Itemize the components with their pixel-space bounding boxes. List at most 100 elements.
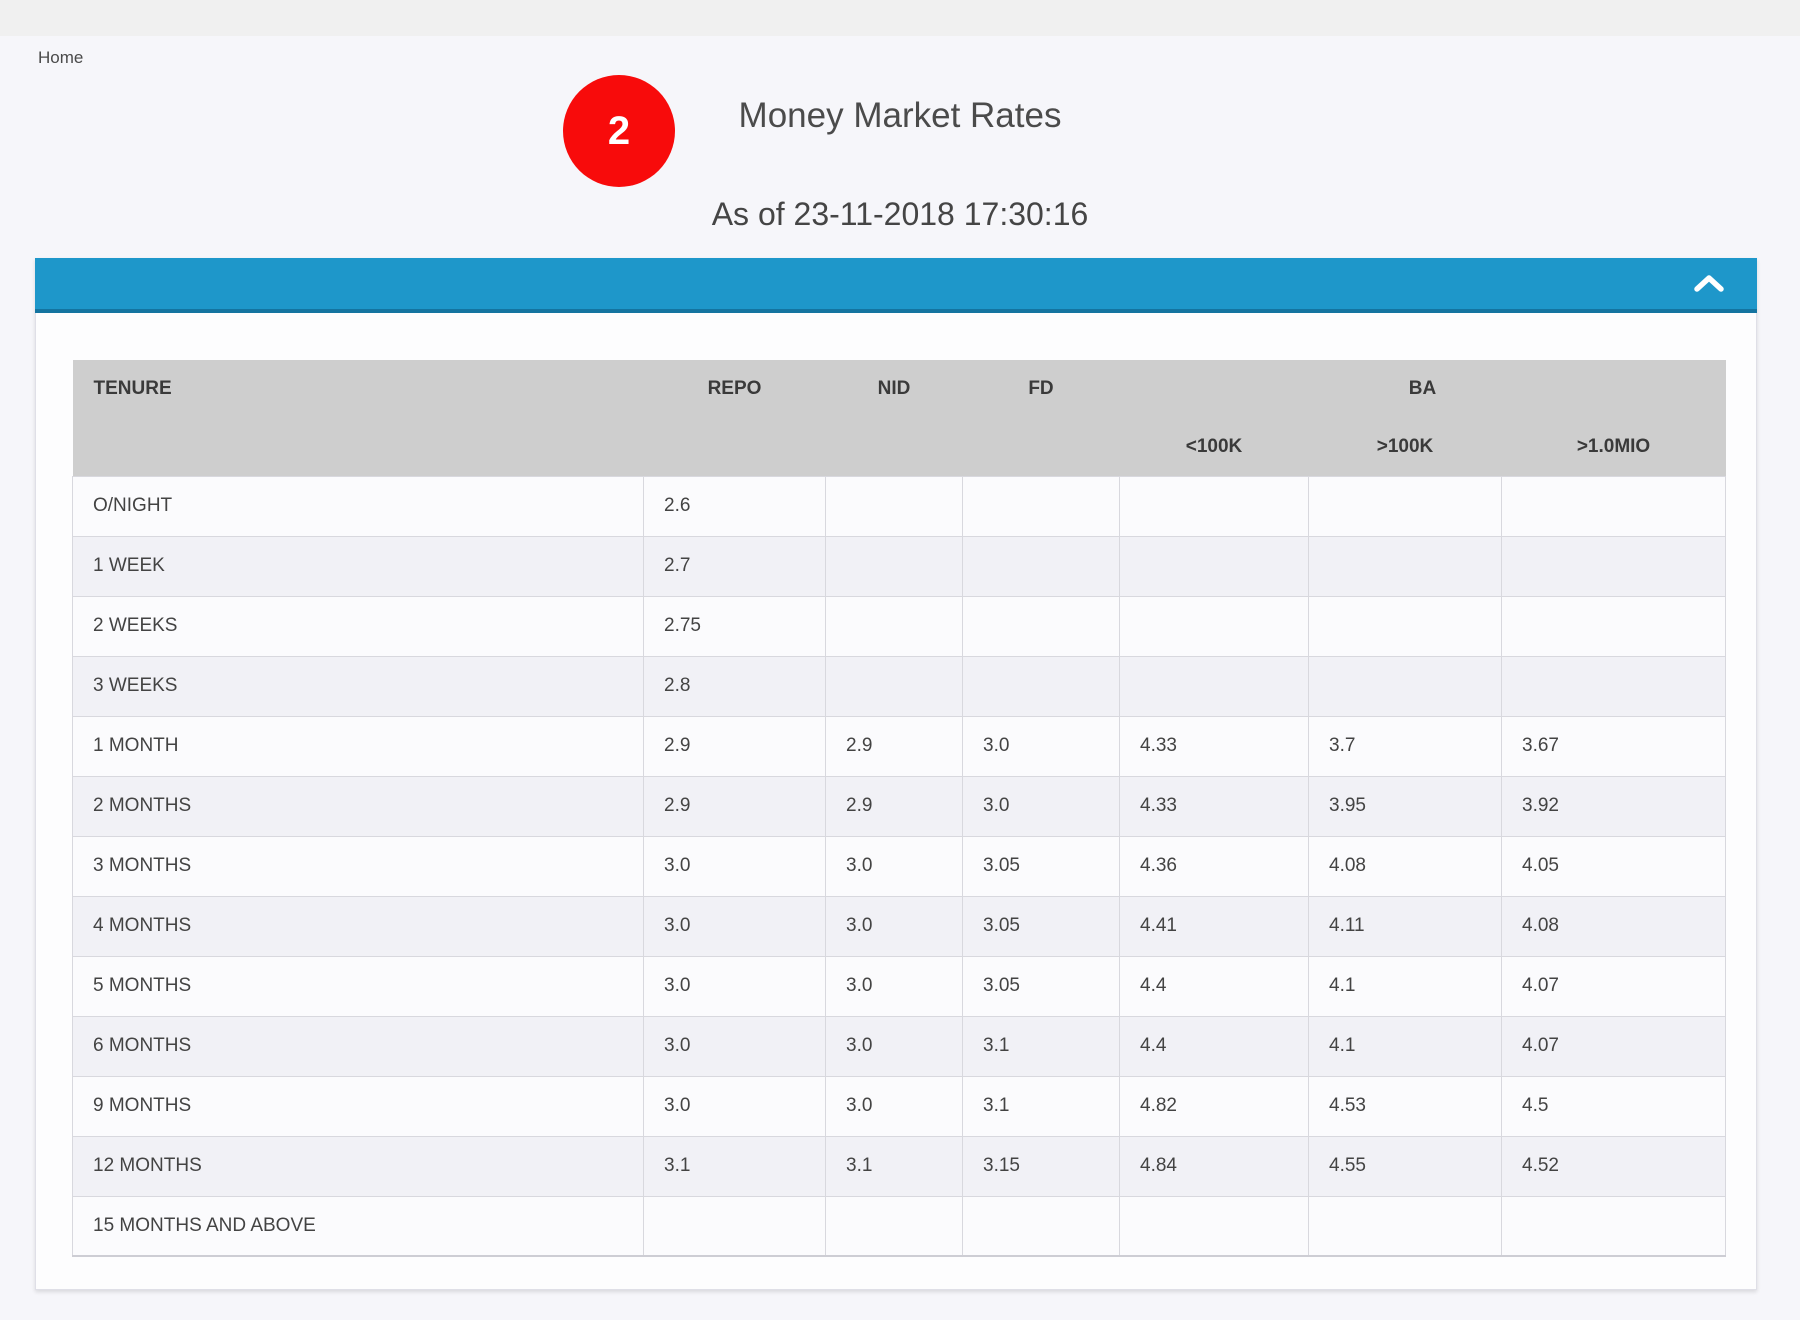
rate-cell: 4.53: [1309, 1076, 1502, 1136]
rate-cell: [1120, 1196, 1309, 1256]
tenure-cell: 3 MONTHS: [73, 836, 644, 896]
rate-cell: 4.84: [1120, 1136, 1309, 1196]
table-row: 3 WEEKS2.8: [73, 656, 1726, 716]
rate-cell: 3.92: [1502, 776, 1726, 836]
rate-cell: 3.0: [826, 1016, 963, 1076]
rate-cell: [1309, 656, 1502, 716]
rate-cell: [1309, 476, 1502, 536]
tenure-cell: 4 MONTHS: [73, 896, 644, 956]
table-body: O/NIGHT2.61 WEEK2.72 WEEKS2.753 WEEKS2.8…: [73, 476, 1726, 1256]
rate-cell: 4.05: [1502, 836, 1726, 896]
rate-cell: 3.0: [644, 896, 826, 956]
rate-cell: [1120, 656, 1309, 716]
top-bar: [0, 0, 1800, 36]
table-row: 4 MONTHS3.03.03.054.414.114.08: [73, 896, 1726, 956]
rate-cell: 4.4: [1120, 1016, 1309, 1076]
rate-cell: [963, 596, 1120, 656]
table-row: 15 MONTHS AND ABOVE: [73, 1196, 1726, 1256]
rate-cell: [963, 656, 1120, 716]
rates-table-header: TENURE REPO NID FD BA <100K >100K >1.0MI…: [73, 360, 1726, 476]
rate-cell: 3.0: [826, 836, 963, 896]
table-row: 12 MONTHS3.13.13.154.844.554.52: [73, 1136, 1726, 1196]
col-header-tenure: TENURE: [73, 360, 644, 418]
table-row: 6 MONTHS3.03.03.14.44.14.07: [73, 1016, 1726, 1076]
col-header-ba-group: BA: [1120, 360, 1726, 418]
rate-cell: 4.11: [1309, 896, 1502, 956]
rate-cell: [1309, 596, 1502, 656]
rate-cell: 3.67: [1502, 716, 1726, 776]
rate-cell: 3.7: [1309, 716, 1502, 776]
table-row: O/NIGHT2.6: [73, 476, 1726, 536]
rate-cell: 3.0: [644, 836, 826, 896]
table-row: 2 MONTHS2.92.93.04.333.953.92: [73, 776, 1726, 836]
tenure-cell: 2 MONTHS: [73, 776, 644, 836]
rate-cell: [1309, 536, 1502, 596]
rate-cell: 4.33: [1120, 716, 1309, 776]
money-market-rates-panel: TENURE REPO NID FD BA <100K >100K >1.0MI…: [35, 258, 1757, 1290]
tenure-cell: 6 MONTHS: [73, 1016, 644, 1076]
rate-cell: [826, 596, 963, 656]
rate-cell: 4.07: [1502, 956, 1726, 1016]
rate-cell: 2.8: [644, 656, 826, 716]
rate-cell: 3.1: [963, 1016, 1120, 1076]
rate-cell: [963, 1196, 1120, 1256]
rate-cell: [826, 1196, 963, 1256]
rate-cell: [1502, 656, 1726, 716]
rate-cell: 3.1: [963, 1076, 1120, 1136]
rate-cell: 3.05: [963, 836, 1120, 896]
rate-cell: [1120, 536, 1309, 596]
rate-cell: [826, 536, 963, 596]
tenure-cell: 5 MONTHS: [73, 956, 644, 1016]
table-row: 1 WEEK2.7: [73, 536, 1726, 596]
rate-cell: 4.5: [1502, 1076, 1726, 1136]
panel-header[interactable]: [35, 258, 1757, 313]
rate-cell: [1502, 536, 1726, 596]
col-subheader-empty: [644, 418, 826, 476]
header-row-subtiers: <100K >100K >1.0MIO: [73, 418, 1726, 476]
rate-cell: 3.0: [644, 1016, 826, 1076]
rate-cell: [1502, 476, 1726, 536]
col-subheader-ba-gt1mio: >1.0MIO: [1502, 418, 1726, 476]
col-subheader-empty: [73, 418, 644, 476]
rate-cell: [1120, 476, 1309, 536]
rate-cell: 3.1: [644, 1136, 826, 1196]
rate-cell: [826, 476, 963, 536]
tenure-cell: 12 MONTHS: [73, 1136, 644, 1196]
page-title: Money Market Rates: [0, 96, 1800, 136]
col-subheader-empty: [963, 418, 1120, 476]
rate-cell: 2.9: [644, 716, 826, 776]
rate-cell: 3.05: [963, 896, 1120, 956]
table-row: 3 MONTHS3.03.03.054.364.084.05: [73, 836, 1726, 896]
col-subheader-ba-lt100k: <100K: [1120, 418, 1309, 476]
rate-cell: 3.15: [963, 1136, 1120, 1196]
tenure-cell: 9 MONTHS: [73, 1076, 644, 1136]
table-row: 1 MONTH2.92.93.04.333.73.67: [73, 716, 1726, 776]
rate-cell: 3.0: [644, 1076, 826, 1136]
collapse-button[interactable]: [1687, 268, 1731, 299]
rate-cell: 2.9: [826, 716, 963, 776]
rate-cell: 2.7: [644, 536, 826, 596]
rate-cell: 4.82: [1120, 1076, 1309, 1136]
rate-cell: [963, 536, 1120, 596]
header-row-groups: TENURE REPO NID FD BA: [73, 360, 1726, 418]
rate-cell: 4.08: [1502, 896, 1726, 956]
rate-cell: 2.75: [644, 596, 826, 656]
table-row: 9 MONTHS3.03.03.14.824.534.5: [73, 1076, 1726, 1136]
rate-cell: 4.55: [1309, 1136, 1502, 1196]
rate-cell: [1502, 1196, 1726, 1256]
col-header-fd: FD: [963, 360, 1120, 418]
rates-table: TENURE REPO NID FD BA <100K >100K >1.0MI…: [72, 360, 1726, 1257]
rate-cell: 3.0: [644, 956, 826, 1016]
chevron-up-icon: [1693, 281, 1725, 296]
tenure-cell: 1 MONTH: [73, 716, 644, 776]
table-row: 5 MONTHS3.03.03.054.44.14.07: [73, 956, 1726, 1016]
rate-cell: 3.0: [963, 716, 1120, 776]
rate-cell: 3.0: [826, 1076, 963, 1136]
breadcrumb-home-link[interactable]: Home: [38, 48, 83, 68]
rate-cell: [1120, 596, 1309, 656]
page-timestamp: As of 23-11-2018 17:30:16: [0, 196, 1800, 233]
rate-cell: 3.0: [826, 956, 963, 1016]
rate-cell: 4.07: [1502, 1016, 1726, 1076]
col-subheader-ba-gt100k: >100K: [1309, 418, 1502, 476]
rate-cell: 3.0: [826, 896, 963, 956]
